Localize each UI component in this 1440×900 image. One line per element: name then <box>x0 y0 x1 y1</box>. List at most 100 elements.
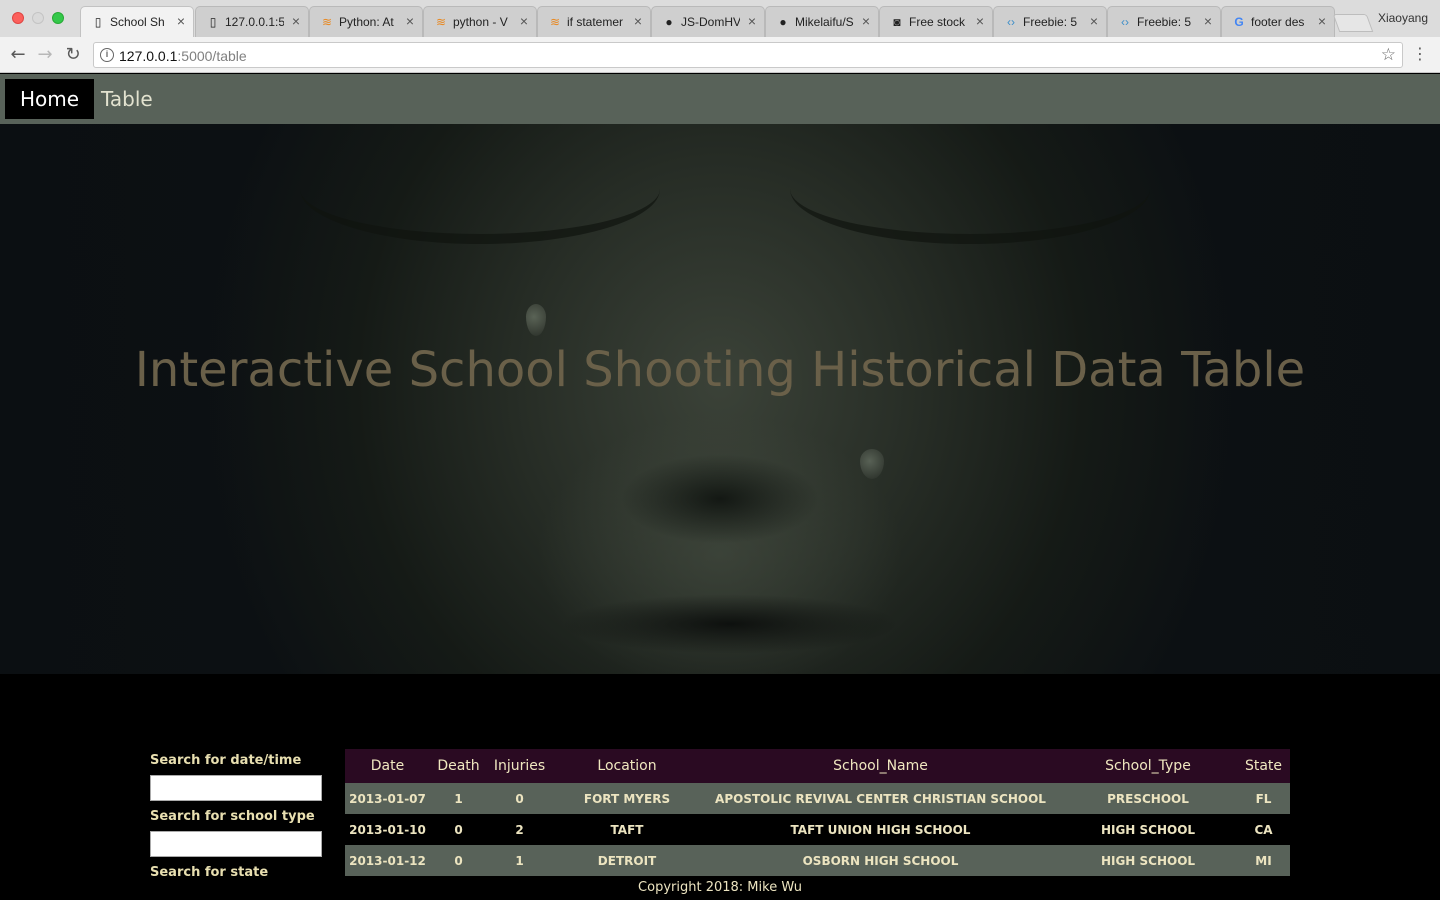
tab-title: Free stock <box>909 15 966 29</box>
column-header-school-type: School_Type <box>1059 749 1237 783</box>
more-menu-icon[interactable]: ⋮ <box>1412 46 1428 62</box>
github-icon: ● <box>665 15 673 29</box>
column-header-school-name: School_Name <box>702 749 1059 783</box>
close-tab-icon[interactable]: × <box>1090 13 1098 29</box>
tear-drop <box>860 449 884 479</box>
school-type-filter-input[interactable] <box>150 831 322 857</box>
shooting-data-table: Date Death Injuries Location School_Name… <box>345 749 1290 876</box>
browser-tab[interactable]: ‹› Freebie: 5 × <box>993 6 1107 37</box>
close-tab-icon[interactable]: × <box>292 13 300 29</box>
table-header-row: Date Death Injuries Location School_Name… <box>345 749 1290 783</box>
cell-state: CA <box>1237 814 1290 845</box>
close-tab-icon[interactable]: × <box>177 13 185 29</box>
cell-location: TAFT <box>552 814 702 845</box>
maximize-window-button[interactable] <box>52 12 64 24</box>
close-tab-icon[interactable]: × <box>406 13 414 29</box>
address-bar[interactable]: i 127.0.0.1:5000/table ☆ <box>93 42 1403 68</box>
browser-tab[interactable]: ▯ 127.0.0.1:5 × <box>195 6 309 37</box>
reload-icon[interactable]: ↻ <box>61 43 85 67</box>
cell-death: 1 <box>430 783 487 814</box>
close-window-button[interactable] <box>12 12 24 24</box>
info-icon[interactable]: i <box>100 48 114 62</box>
page-icon: ▯ <box>209 15 217 29</box>
close-tab-icon[interactable]: × <box>634 13 642 29</box>
cell-injuries: 2 <box>487 814 552 845</box>
browser-toolbar: ← → ↻ i 127.0.0.1:5000/table ☆ ⋮ <box>0 37 1440 73</box>
hero-image-shading <box>790 134 1150 244</box>
browser-tab[interactable]: ≋ Python: At × <box>309 6 423 37</box>
stackoverflow-icon: ≋ <box>321 15 333 29</box>
cell-injuries: 0 <box>487 783 552 814</box>
hero-vignette <box>0 124 260 674</box>
footer-copyright: Copyright 2018: Mike Wu <box>638 880 802 895</box>
table-row: 2013-01-10 0 2 TAFT TAFT UNION HIGH SCHO… <box>345 814 1290 845</box>
browser-tab[interactable]: ● JS-DomHV × <box>651 6 765 37</box>
tab-title: Freebie: 5 <box>1023 15 1078 29</box>
table-row: 2013-01-12 0 1 DETROIT OSBORN HIGH SCHOO… <box>345 845 1290 876</box>
cell-school-type: HIGH SCHOOL <box>1059 845 1237 876</box>
url-host: 127.0.0.1 <box>119 48 178 64</box>
cell-school-name: APOSTOLIC REVIVAL CENTER CHRISTIAN SCHOO… <box>702 783 1059 814</box>
forward-icon[interactable]: → <box>33 43 57 67</box>
tear-drop <box>526 304 546 336</box>
filter-panel: Search for date/time Search for school t… <box>150 751 322 883</box>
url-text[interactable]: 127.0.0.1:5000/table <box>119 48 247 64</box>
cell-death: 0 <box>430 814 487 845</box>
close-tab-icon[interactable]: × <box>748 13 756 29</box>
code-icon: ‹› <box>1007 15 1015 29</box>
hero-image-shading <box>560 594 900 654</box>
bookmark-star-icon[interactable]: ☆ <box>1381 45 1396 65</box>
table-row: 2013-01-07 1 0 FORT MYERS APOSTOLIC REVI… <box>345 783 1290 814</box>
tab-title: Python: At <box>339 15 394 29</box>
browser-tab[interactable]: ≋ python - V × <box>423 6 537 37</box>
profile-name[interactable]: Xiaoyang <box>1378 11 1428 25</box>
tab-title: School Sh <box>110 15 165 29</box>
cell-school-type: PRESCHOOL <box>1059 783 1237 814</box>
browser-tab[interactable]: ▯ School Sh × <box>80 6 194 38</box>
nav-table-link[interactable]: Table <box>86 79 168 119</box>
tab-title: JS-DomHV <box>681 15 740 29</box>
browser-tab[interactable]: ≋ if statemer × <box>537 6 651 37</box>
url-path: :5000/table <box>177 48 247 64</box>
close-tab-icon[interactable]: × <box>976 13 984 29</box>
hero-vignette <box>1180 124 1440 674</box>
column-header-location: Location <box>552 749 702 783</box>
date-filter-input[interactable] <box>150 775 322 801</box>
column-header-state: State <box>1237 749 1290 783</box>
tab-title: if statemer <box>567 15 624 29</box>
new-tab-button[interactable] <box>1332 14 1374 32</box>
tab-title: footer des <box>1251 15 1305 29</box>
tab-title: Mikelaifu/S <box>795 15 854 29</box>
github-icon: ● <box>779 15 787 29</box>
close-tab-icon[interactable]: × <box>1318 13 1326 29</box>
browser-tab-bar: ▯ School Sh × ▯ 127.0.0.1:5 × ≋ Python: … <box>0 0 1440 38</box>
cell-school-type: HIGH SCHOOL <box>1059 814 1237 845</box>
stackoverflow-icon: ≋ <box>549 15 561 29</box>
tab-title: 127.0.0.1:5 <box>225 15 284 29</box>
cell-school-name: OSBORN HIGH SCHOOL <box>702 845 1059 876</box>
close-tab-icon[interactable]: × <box>1204 13 1212 29</box>
hero-image-shading <box>300 134 660 244</box>
cell-date: 2013-01-10 <box>345 814 430 845</box>
code-icon: ‹› <box>1121 15 1129 29</box>
hero-image-shading <box>620 454 820 544</box>
cell-state: FL <box>1237 783 1290 814</box>
nav-home-link[interactable]: Home <box>5 79 95 119</box>
column-header-death: Death <box>430 749 487 783</box>
hero-banner: Interactive School Shooting Historical D… <box>0 124 1440 674</box>
google-icon: G <box>1234 15 1244 29</box>
browser-tab[interactable]: ◙ Free stock × <box>879 6 993 37</box>
tab-title: python - V <box>453 15 508 29</box>
browser-tab[interactable]: ‹› Freebie: 5 × <box>1107 6 1221 37</box>
column-header-injuries: Injuries <box>487 749 552 783</box>
close-tab-icon[interactable]: × <box>862 13 870 29</box>
browser-tab[interactable]: ● Mikelaifu/S × <box>765 6 879 37</box>
back-icon[interactable]: ← <box>6 43 30 67</box>
page-icon: ▯ <box>94 15 102 29</box>
close-tab-icon[interactable]: × <box>520 13 528 29</box>
cell-location: DETROIT <box>552 845 702 876</box>
minimize-window-button[interactable] <box>32 12 44 24</box>
browser-tab[interactable]: G footer des × <box>1221 6 1335 37</box>
date-filter-label: Search for date/time <box>150 753 302 768</box>
tab-title: Freebie: 5 <box>1137 15 1192 29</box>
